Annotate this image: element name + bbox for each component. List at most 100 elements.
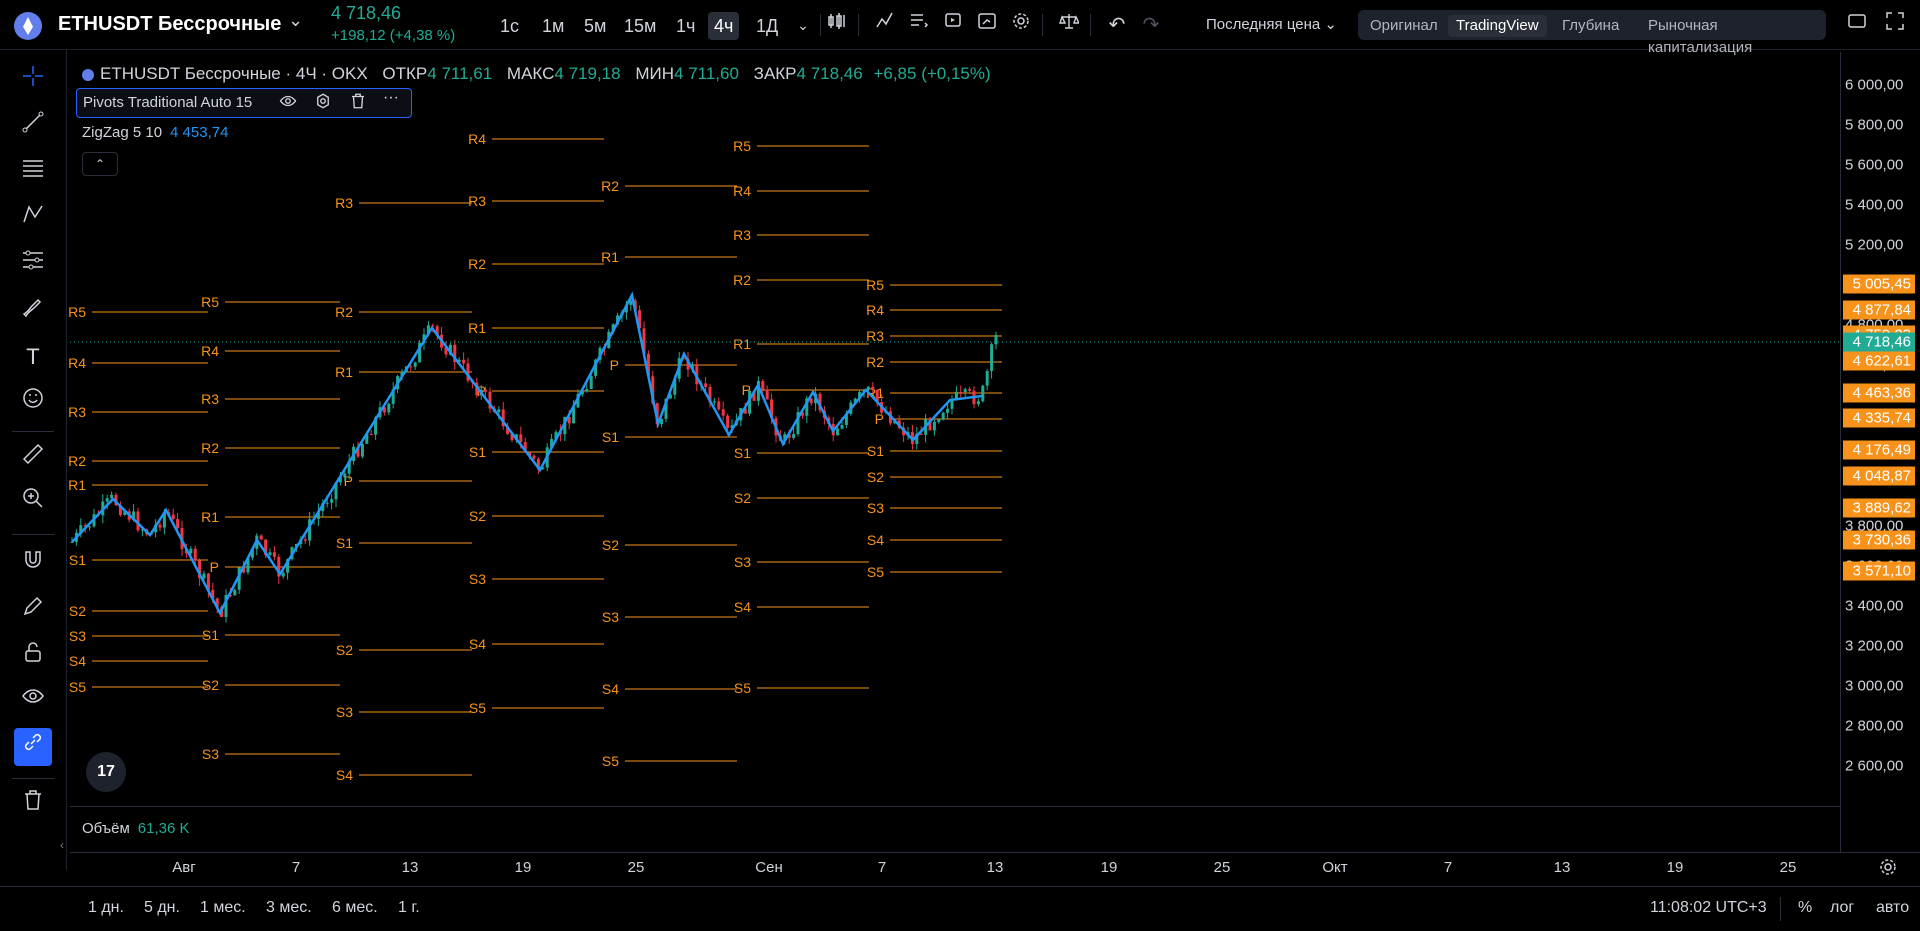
settings-gear-icon[interactable] — [314, 92, 332, 115]
candle-body — [360, 443, 364, 457]
percent-toggle[interactable]: % — [1798, 899, 1812, 917]
range-1y[interactable]: 1 г. — [398, 899, 420, 917]
time-label: 7 — [1443, 859, 1453, 876]
more-options-icon[interactable]: ··· — [383, 89, 399, 107]
log-toggle[interactable]: лог — [1830, 899, 1854, 917]
pivot-price-badge: 3 730,36 — [1843, 530, 1915, 550]
candle-body — [721, 409, 725, 416]
candle-body — [325, 502, 329, 504]
pivot-price-badge: 4 048,87 — [1843, 466, 1915, 486]
range-1d[interactable]: 1 дн. — [88, 899, 124, 917]
pivot-level-label: R1 — [601, 249, 619, 265]
volume-label: Объём — [82, 820, 130, 837]
candle-body — [88, 526, 92, 528]
collapse-legend-button[interactable]: ⌃ — [82, 152, 118, 176]
zigzag-legend: ZigZag 5 10 4 453,74 — [82, 124, 228, 141]
candle-body — [532, 455, 536, 459]
candle-body — [994, 335, 998, 345]
axis-settings-gear-icon[interactable] — [1878, 857, 1898, 882]
pivot-level-label: R4 — [866, 302, 884, 318]
auto-toggle[interactable]: авто — [1876, 899, 1909, 917]
pivot-level-label: S2 — [336, 642, 353, 658]
eye-icon[interactable] — [279, 92, 297, 115]
time-label: 19 — [1100, 859, 1118, 876]
candle-body — [413, 362, 417, 367]
pivot-level-label: S4 — [602, 681, 619, 697]
pivot-level-label: S5 — [69, 679, 86, 695]
range-1m[interactable]: 1 мес. — [200, 899, 246, 917]
bottom-toolbar: 1 дн. 5 дн. 1 мес. 3 мес. 6 мес. 1 г. 11… — [0, 886, 1920, 931]
candle-body — [202, 573, 206, 579]
candle-body — [105, 498, 109, 502]
candle-body — [268, 552, 272, 555]
tradingview-logo-icon[interactable]: 17 — [86, 752, 126, 792]
pivot-price-badge: 4 622,61 — [1843, 351, 1915, 371]
candle-body — [976, 401, 980, 405]
candle-body — [330, 499, 334, 503]
pivot-level-label: R2 — [201, 440, 219, 456]
volume-value: 61,36 K — [137, 820, 190, 837]
pivot-price-badge: 5 005,45 — [1843, 274, 1915, 294]
candle-body — [409, 366, 413, 368]
pivot-level-label: R1 — [335, 364, 353, 380]
pivot-level-label: R2 — [866, 354, 884, 370]
pivot-level-label: R2 — [68, 453, 86, 469]
pivot-price-badge: 4 176,49 — [1843, 440, 1915, 460]
price-axis-label: 6 000,00 — [1845, 76, 1904, 94]
symbol-logo-icon — [82, 68, 94, 81]
close-label: ЗАКР — [753, 64, 797, 83]
time-label: 25 — [1779, 859, 1797, 876]
pivot-level-label: R4 — [201, 343, 219, 359]
time-label: 13 — [401, 859, 419, 876]
pivot-price-badge: 4 463,36 — [1843, 383, 1915, 403]
range-6m[interactable]: 6 мес. — [332, 899, 378, 917]
candle-body — [193, 548, 197, 561]
pivots-indicator-row[interactable]: Pivots Traditional Auto 15 ··· — [76, 88, 412, 118]
candle-body — [343, 473, 347, 478]
candle-body — [792, 434, 796, 438]
price-chart[interactable]: R5 R4 R3 R2 R1 S1 S2 S3 S4 S5 R5 R4 R3 R2 R1 P S1 S2 S3 R3 R… — [0, 0, 1920, 930]
pivot-level-label: R2 — [733, 272, 751, 288]
candle-body — [272, 552, 276, 557]
price-axis-label: 5 800,00 — [1845, 116, 1904, 134]
current-price-badge: 4 718,46 — [1843, 332, 1915, 352]
pivot-price-badge: 3 571,10 — [1843, 561, 1915, 581]
candle-body — [866, 386, 870, 390]
time-label: 7 — [291, 859, 301, 876]
pivot-level-label: S1 — [202, 627, 219, 643]
candle-body — [717, 401, 721, 410]
trash-icon[interactable] — [349, 92, 367, 115]
pivot-price-badge: 4 877,84 — [1843, 300, 1915, 320]
candle-body — [919, 434, 923, 436]
pivot-level-label: S5 — [469, 700, 486, 716]
low-label: МИН — [635, 64, 675, 83]
range-5d[interactable]: 5 дн. — [144, 899, 180, 917]
candle-body — [171, 514, 175, 519]
pivot-level-label: S2 — [69, 603, 86, 619]
price-axis-label: 2 600,00 — [1845, 757, 1904, 775]
pivot-level-label: S1 — [867, 443, 884, 459]
pivot-price-badge: 3 889,62 — [1843, 498, 1915, 518]
range-3m[interactable]: 3 мес. — [266, 899, 312, 917]
candle-body — [726, 415, 730, 428]
open-label: ОТКР — [382, 64, 428, 83]
high-value: 4 719,18 — [554, 64, 621, 83]
pivot-level-label: S3 — [469, 571, 486, 587]
candle-body — [712, 401, 716, 403]
candle-body — [369, 434, 373, 436]
candle-body — [981, 385, 985, 402]
candle-body — [589, 375, 593, 390]
pivot-level-label: S3 — [602, 609, 619, 625]
candle-body — [968, 389, 972, 391]
time-axis[interactable]: Авг 7 13 19 25 Сен 7 13 19 25 Окт 7 13 1… — [70, 852, 1920, 883]
pivot-level-label: S1 — [602, 429, 619, 445]
pivot-level-label: R3 — [68, 404, 86, 420]
time-label: 25 — [627, 859, 645, 876]
pivot-level-label: P — [875, 411, 884, 427]
price-axis-label: 3 200,00 — [1845, 637, 1904, 655]
candle-body — [176, 518, 180, 528]
pivot-level-label: S4 — [469, 636, 486, 652]
time-label: Сен — [755, 859, 783, 876]
clock[interactable]: 11:08:02 UTC+3 — [1650, 899, 1767, 917]
pivot-level-label: S3 — [202, 746, 219, 762]
